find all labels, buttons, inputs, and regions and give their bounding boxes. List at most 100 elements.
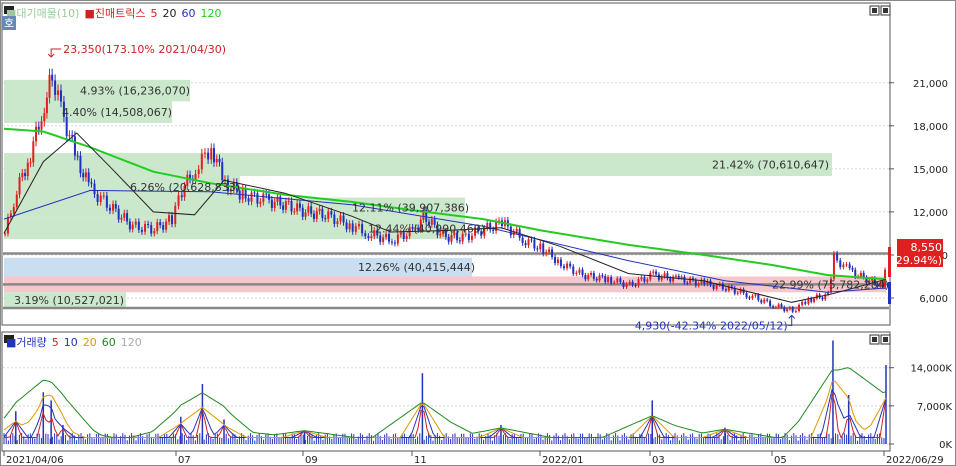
candle-body bbox=[521, 237, 524, 244]
candle-body bbox=[250, 192, 253, 202]
candle-body bbox=[680, 276, 683, 278]
candle-body bbox=[801, 301, 804, 305]
candle-body bbox=[282, 205, 285, 210]
candle-body bbox=[592, 272, 595, 279]
candle-body bbox=[536, 248, 539, 250]
candle-body bbox=[572, 266, 575, 274]
candle-body bbox=[619, 278, 622, 283]
volume-tick-label: 7,000K bbox=[917, 402, 953, 413]
candle-body bbox=[273, 201, 276, 209]
candle-body bbox=[786, 309, 789, 312]
volume-panel-close-button[interactable] bbox=[880, 334, 891, 345]
candle-body bbox=[683, 276, 686, 283]
candle-body bbox=[162, 225, 165, 230]
candle-body bbox=[556, 259, 559, 263]
volume-panel-maximize-button[interactable] bbox=[869, 334, 880, 345]
candle-body bbox=[339, 215, 342, 222]
side-tag[interactable]: 호 bbox=[4, 17, 14, 30]
candle-body bbox=[554, 257, 557, 263]
candle-body bbox=[616, 278, 619, 283]
candle-body bbox=[848, 264, 851, 268]
candle-body bbox=[12, 207, 15, 214]
candle-body bbox=[59, 90, 62, 102]
legend-item: 60 bbox=[102, 336, 116, 349]
candle-body bbox=[631, 281, 634, 286]
candle-body bbox=[578, 269, 581, 273]
stock-chart: 4.93% (16,236,070) 4.40% (14,508,067) 21.4… bbox=[0, 0, 956, 466]
candle-body bbox=[663, 273, 666, 277]
candle-body bbox=[174, 205, 177, 225]
candle-body bbox=[757, 294, 760, 301]
price-tick-label: 6,000 bbox=[919, 294, 948, 305]
candle-body bbox=[54, 80, 57, 95]
volume-legend: ■거래량 5 10 20 60 120 bbox=[6, 336, 142, 349]
candle-body bbox=[842, 264, 845, 268]
candle-body bbox=[530, 239, 533, 241]
candle-body bbox=[674, 275, 677, 277]
candle-body bbox=[527, 239, 530, 246]
candle-body bbox=[794, 311, 797, 313]
current-price: 8,550 bbox=[911, 241, 943, 254]
candle-body bbox=[259, 201, 262, 204]
candle-body bbox=[581, 269, 584, 276]
candle-body bbox=[637, 279, 640, 286]
candle-body bbox=[147, 223, 150, 226]
candle-body bbox=[159, 222, 162, 226]
candle-body bbox=[545, 252, 548, 254]
candle-body bbox=[304, 212, 307, 217]
candle-body bbox=[215, 158, 218, 163]
maximize-icon-inner bbox=[872, 8, 877, 13]
current-change: ( 29.94%) bbox=[888, 254, 942, 267]
candle-body bbox=[601, 275, 604, 277]
candle-body bbox=[780, 304, 783, 308]
candle-body bbox=[655, 271, 658, 275]
candle-body bbox=[137, 221, 140, 230]
candle-body bbox=[697, 283, 700, 286]
candle-body bbox=[126, 213, 129, 222]
supply-zone-label: 6.26% (20,628,833) bbox=[130, 181, 240, 194]
supply-zone bbox=[4, 153, 832, 177]
candle-body bbox=[114, 204, 117, 209]
supply-zone-label: 4.40% (14,508,067) bbox=[62, 106, 172, 119]
candle-body bbox=[703, 279, 706, 285]
legend-item: ■진매트릭스 bbox=[84, 7, 145, 20]
candle-body bbox=[307, 206, 310, 213]
candle-body bbox=[65, 116, 68, 137]
candle-body bbox=[584, 275, 587, 280]
legend-item: 120 bbox=[200, 7, 221, 20]
candle-body bbox=[859, 272, 862, 277]
supply-zone-label: 12.11% (39,907,386) bbox=[352, 202, 469, 215]
candle-body bbox=[177, 195, 180, 206]
candle-body bbox=[45, 97, 48, 114]
supply-zone-label: 21.42% (70,610,647) bbox=[712, 159, 829, 172]
candle-body bbox=[112, 204, 115, 211]
candle-body bbox=[760, 300, 763, 303]
price-panel-close-button[interactable] bbox=[880, 5, 891, 16]
candle-body bbox=[851, 267, 854, 270]
candle-body bbox=[117, 208, 120, 220]
candle-body bbox=[634, 285, 637, 287]
candle-body bbox=[548, 249, 551, 253]
candle-body bbox=[575, 272, 578, 274]
candle-body bbox=[772, 306, 775, 308]
candle-body bbox=[598, 275, 601, 281]
legend-item: 60 bbox=[181, 7, 195, 20]
maximize-icon-inner bbox=[872, 337, 877, 342]
candle-body bbox=[748, 297, 751, 299]
candle-body bbox=[21, 173, 24, 178]
candle-body bbox=[301, 207, 304, 217]
price-panel-maximize-button[interactable] bbox=[869, 5, 880, 16]
candle-body bbox=[769, 300, 772, 307]
candle-body bbox=[168, 215, 171, 222]
last-candle-marker-down bbox=[888, 282, 891, 304]
candle-body bbox=[73, 136, 76, 156]
candle-body bbox=[551, 249, 554, 258]
candle-body bbox=[458, 240, 461, 242]
candle-body bbox=[37, 126, 40, 130]
candle-body bbox=[284, 201, 287, 210]
candle-body bbox=[450, 235, 453, 242]
candle-body bbox=[367, 236, 370, 238]
candle-body bbox=[610, 277, 613, 284]
candle-body bbox=[76, 155, 79, 157]
candle-body bbox=[336, 221, 339, 224]
